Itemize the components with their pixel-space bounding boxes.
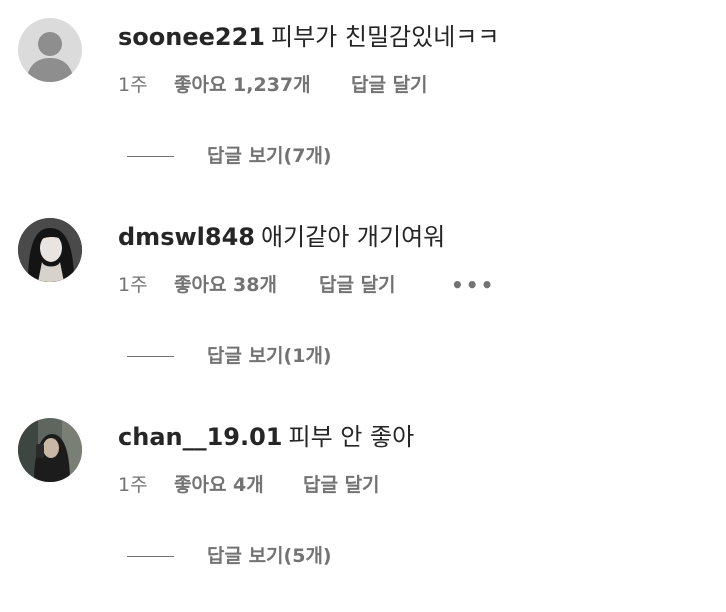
- reply-button[interactable]: 답글 달기: [319, 271, 396, 299]
- view-replies-label: 답글 보기(7개): [207, 145, 332, 167]
- comment-likes[interactable]: 좋아요 38개: [174, 271, 277, 299]
- comment-time[interactable]: 1주: [118, 71, 148, 99]
- comment-item: chan__19.01 피부 안 좋아 1주 좋아요 4개 답글 달기 답글 보기…: [0, 400, 726, 600]
- comment-username[interactable]: chan__19.01: [118, 423, 283, 451]
- comment-username[interactable]: dmswl848: [118, 223, 255, 251]
- comment-item: soonee221 피부가 친밀감있네ㅋㅋ 1주 좋아요 1,237개 답글 달기…: [0, 0, 726, 200]
- view-replies-label: 답글 보기(1개): [207, 345, 332, 367]
- profile-photo-avatar: [18, 218, 82, 282]
- avatar[interactable]: [18, 418, 82, 482]
- more-options-icon[interactable]: •••: [451, 271, 495, 299]
- profile-photo-avatar: [18, 418, 82, 482]
- reply-button[interactable]: 답글 달기: [303, 471, 380, 499]
- comment-likes[interactable]: 좋아요 1,237개: [174, 71, 311, 99]
- view-replies-label: 답글 보기(5개): [207, 545, 332, 567]
- comment-text: 피부가 친밀감있네ㅋㅋ: [271, 23, 500, 51]
- divider-line: [127, 356, 174, 357]
- comment-username[interactable]: soonee221: [118, 23, 265, 51]
- comment-likes[interactable]: 좋아요 4개: [174, 471, 264, 499]
- comment-time[interactable]: 1주: [118, 271, 148, 299]
- divider-line: [127, 556, 174, 557]
- avatar[interactable]: [18, 218, 82, 282]
- default-avatar-icon: [18, 18, 82, 82]
- comment-body: chan__19.01 피부 안 좋아: [118, 421, 414, 453]
- comment-text: 애기같아 개기여워: [260, 223, 446, 251]
- avatar[interactable]: [18, 18, 82, 82]
- comment-body: dmswl848 애기같아 개기여워: [118, 221, 445, 253]
- reply-button[interactable]: 답글 달기: [351, 71, 428, 99]
- comment-time[interactable]: 1주: [118, 471, 148, 499]
- comment-text: 피부 안 좋아: [288, 423, 415, 451]
- comment-item: dmswl848 애기같아 개기여워 1주 좋아요 38개 답글 달기 ••• 답…: [0, 200, 726, 400]
- comment-body: soonee221 피부가 친밀감있네ㅋㅋ: [118, 21, 499, 53]
- divider-line: [127, 156, 174, 157]
